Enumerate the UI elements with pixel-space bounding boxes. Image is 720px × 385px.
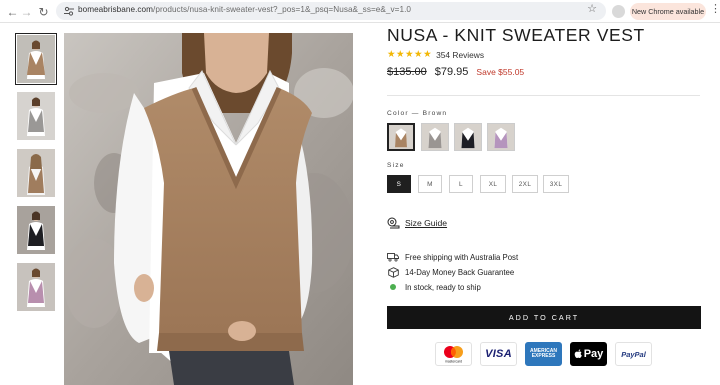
size-label: Size (387, 162, 405, 169)
color-swatch-grey[interactable] (421, 123, 449, 151)
mastercard-icon: mastercard (435, 342, 472, 366)
visa-label: VISA (485, 348, 512, 360)
sale-price: $79.95 (434, 66, 469, 78)
forward-arrow-icon[interactable]: → (19, 4, 34, 19)
thumbnail-5[interactable] (17, 263, 55, 311)
main-product-image[interactable] (64, 33, 353, 385)
size-option-2xl[interactable]: 2XL (512, 175, 538, 193)
color-swatch-brown[interactable] (387, 123, 415, 151)
perk-shipping: Free shipping with Australia Post (387, 251, 518, 263)
thumbnail-2[interactable] (17, 92, 55, 140)
size-guide-link[interactable]: Size Guide (387, 217, 447, 229)
paypal-icon: PayPal (615, 342, 652, 366)
color-swatch-lilac[interactable] (487, 123, 515, 151)
amex-icon: AMERICAN EXPRESS (525, 342, 562, 366)
perk-guarantee-text: 14-Day Money Back Guarantee (405, 267, 515, 277)
amex-label-bottom: EXPRESS (531, 353, 556, 359)
reload-icon[interactable]: ↻ (36, 4, 51, 19)
thumbnail-4[interactable] (17, 206, 55, 254)
size-guide-label[interactable]: Size Guide (405, 218, 447, 228)
box-icon (387, 266, 399, 278)
size-option-3xl[interactable]: 3XL (543, 175, 569, 193)
visa-icon: VISA (480, 342, 517, 366)
savings-label: Save $55.05 (476, 67, 525, 77)
divider (387, 95, 700, 96)
browser-menu-icon[interactable]: ⋮ (710, 4, 720, 15)
color-label: Color — Brown (387, 110, 448, 117)
back-arrow-icon[interactable]: ← (5, 4, 20, 19)
thumbnail-3[interactable] (17, 149, 55, 197)
truck-icon (387, 251, 399, 263)
color-swatch-black[interactable] (454, 123, 482, 151)
reviews-count[interactable]: 354 Reviews (436, 50, 484, 60)
browser-toolbar: ← → ↻ bomeabrisbane.com/products/nusa-kn… (0, 0, 720, 23)
address-bar[interactable]: bomeabrisbane.com/products/nusa-knit-swe… (56, 2, 606, 20)
apple-pay-label: Pay (583, 348, 604, 360)
add-to-cart-button[interactable]: ADD TO CART (387, 306, 701, 329)
url-path: /products/nusa-knit-sweater-vest?_pos=1&… (153, 5, 412, 14)
update-chrome-button[interactable]: New Chrome available (630, 3, 706, 20)
size-option-l[interactable]: L (449, 175, 473, 193)
price-row: $135.00 $79.95 Save $55.05 (387, 66, 524, 78)
compare-at-price: $135.00 (387, 66, 427, 78)
thumbnail-1[interactable] (15, 33, 57, 85)
size-option-xl[interactable]: XL (480, 175, 506, 193)
size-option-m[interactable]: M (418, 175, 442, 193)
apple-pay-icon: Pay (570, 342, 607, 366)
apple-logo-icon (574, 348, 582, 358)
size-option-s[interactable]: S (387, 175, 411, 193)
paypal-label: PayPal (621, 349, 646, 359)
mastercard-label: mastercard (445, 360, 462, 364)
url-host: bomeabrisbane.com (78, 5, 154, 14)
profile-avatar[interactable] (612, 5, 625, 18)
perk-shipping-text: Free shipping with Australia Post (405, 252, 519, 262)
product-title: NUSA - KNIT SWEATER VEST (387, 25, 645, 45)
rating-summary[interactable]: ★★★★★ 354 Reviews (387, 49, 484, 60)
bookmark-star-icon[interactable]: ☆ (587, 4, 597, 15)
rating-stars-icon: ★★★★★ (387, 49, 433, 60)
in-stock-dot-icon (387, 281, 399, 293)
perk-guarantee: 14-Day Money Back Guarantee (387, 266, 514, 278)
perk-stock-text: In stock, ready to ship (405, 282, 481, 292)
perk-stock: In stock, ready to ship (387, 281, 481, 293)
url-text: bomeabrisbane.com/products/nusa-knit-swe… (78, 5, 411, 14)
tape-measure-icon (387, 217, 400, 229)
site-settings-icon[interactable] (63, 5, 75, 17)
